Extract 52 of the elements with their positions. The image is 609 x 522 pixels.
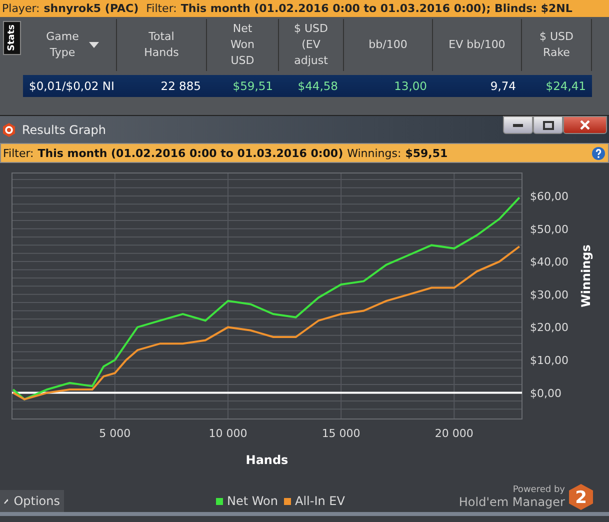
x-tick-label: 15 000	[322, 427, 360, 440]
powered-by-text: Powered by	[512, 485, 565, 495]
y-tick-label: $30,00	[530, 288, 568, 302]
column-header[interactable]: bb/100	[344, 19, 433, 71]
legend-label: All-In EV	[295, 494, 345, 508]
close-button[interactable]	[563, 116, 607, 134]
y-tick-label: $0,00	[530, 386, 562, 400]
stats-tab[interactable]: Stats	[3, 21, 21, 55]
table-row[interactable]: $0,01/$0,02 NI 22 885 $59,51 $44,58 13,00 9,74 $24,41	[23, 75, 592, 97]
filter-text: This month (01.02.2016 0:00 to 01.03.2016 0:00)	[38, 146, 344, 160]
x-axis-title: Hands	[246, 453, 288, 467]
column-header[interactable]: EV bb/100	[433, 19, 522, 71]
column-header[interactable]: Total Hands	[117, 19, 207, 71]
filter-label: Filter:	[145, 2, 177, 15]
column-header[interactable]: $ USD (EV adjust	[279, 19, 344, 71]
close-icon	[580, 120, 590, 130]
player-name: shnyrok5 (PAC)	[44, 2, 139, 15]
window-title: Results Graph	[22, 122, 106, 136]
column-header[interactable]: Game Type	[23, 19, 117, 71]
maximize-button[interactable]	[533, 116, 563, 134]
table-cell-text: 22 885	[160, 79, 202, 93]
help-icon[interactable]	[592, 146, 605, 160]
product-logo: 2	[569, 484, 593, 510]
y-tick-label: $40,00	[530, 256, 568, 269]
table-cell-text: $24,41	[544, 79, 587, 93]
filter-label: Filter:	[3, 146, 34, 160]
column-header[interactable]: Net Won USD	[207, 19, 279, 71]
legend-label: Net Won	[227, 494, 278, 508]
player-label: Player:	[2, 2, 40, 15]
winnings-value: $59,51	[405, 146, 448, 160]
maximize-icon	[542, 120, 554, 130]
y-tick-label: $50,00	[530, 222, 568, 236]
minimize-button[interactable]	[503, 116, 533, 134]
y-axis-title: Winnings	[579, 244, 593, 308]
column-header[interactable]: $ USD Rake	[522, 19, 592, 71]
x-tick-label: 20 000	[434, 427, 474, 440]
filter-text: This month (01.02.2016 0:00 to 01.03.2016 0:00); Blinds: $2NL	[180, 2, 572, 15]
product-name: Hold'em Manager	[458, 495, 565, 509]
table-cell-text: $59,51	[232, 79, 274, 93]
table-cell-text: $0,01/$0,02 NI	[28, 79, 116, 93]
table-cell-text: 13,00	[393, 79, 428, 93]
y-tick-label: $10,00	[530, 354, 568, 367]
table-cell-text: $44,58	[296, 79, 339, 93]
x-tick-label: 10 000	[208, 427, 248, 440]
table-cell-text: 9,74	[489, 79, 517, 93]
winnings-label: Winnings:	[347, 146, 402, 160]
minimize-icon	[513, 124, 523, 126]
x-tick-label: 5 000	[99, 427, 131, 440]
y-tick-label: $60,00	[530, 190, 568, 203]
options-button[interactable]: Options	[0, 490, 64, 512]
y-tick-label: $20,00	[530, 321, 568, 334]
app-logo-icon	[2, 122, 16, 136]
